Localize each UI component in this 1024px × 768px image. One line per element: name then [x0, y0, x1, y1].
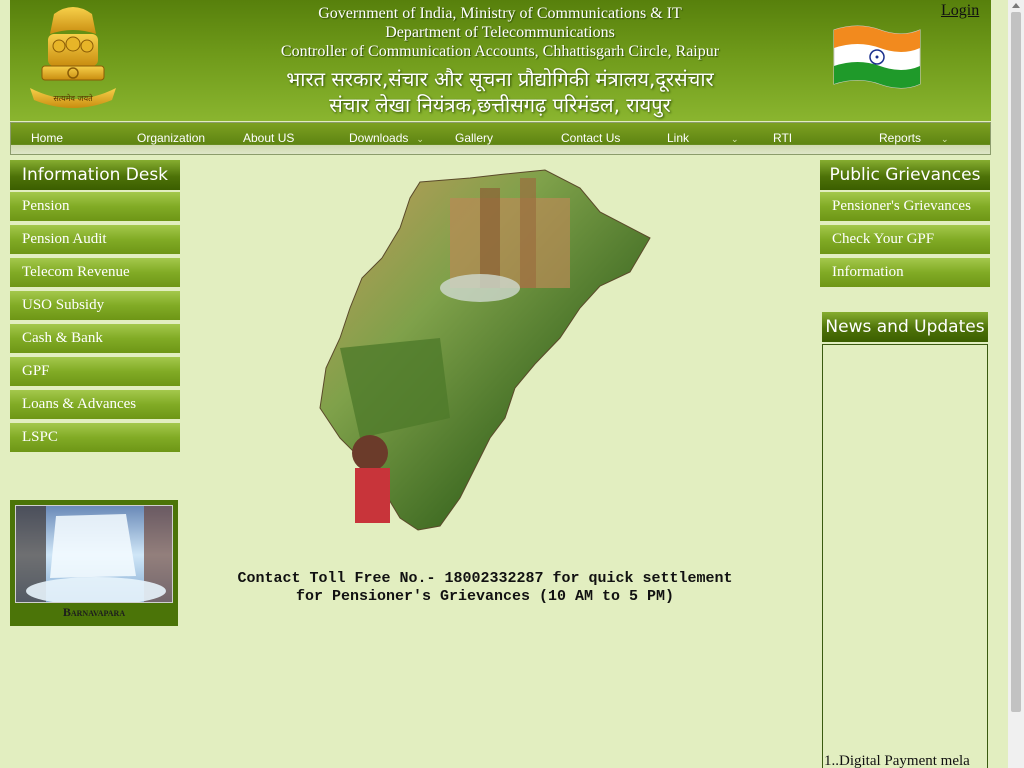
- info-desk-item-uso-subsidy[interactable]: USO Subsidy: [10, 291, 180, 322]
- waterfall-photo[interactable]: [15, 505, 173, 603]
- main-nav: Home Organization About US Downloads ⌄ Ga…: [10, 122, 991, 155]
- nav-label: Contact Us: [561, 131, 621, 145]
- header-title-hi-line2: संचार लेखा नियंत्रक,छत्तीसगढ़ परिमंडल, र…: [329, 93, 671, 117]
- header-title-en-line1: Government of India, Ministry of Communi…: [318, 5, 682, 22]
- waterfall-image-icon: [16, 506, 172, 602]
- page-scrollbar[interactable]: [1008, 0, 1024, 768]
- toll-free-line1: Contact Toll Free No.- 18002332287 for q…: [237, 570, 733, 587]
- toll-free-line2: for Pensioner's Grievances (10 AM to 5 P…: [295, 588, 675, 605]
- nav-item-home[interactable]: Home: [31, 131, 63, 145]
- info-desk-item-pension[interactable]: Pension: [10, 192, 180, 223]
- header-title-hi-line1: भारत सरकार,संचार और सूचना प्रौद्योगिकी म…: [286, 67, 714, 91]
- grievance-item-pensioners-grievances[interactable]: Pensioner's Grievances: [820, 192, 990, 223]
- news-item[interactable]: 1..Digital Payment mela: [824, 753, 970, 768]
- gallery-caption: Barnavapara: [62, 605, 126, 619]
- nav-label: Reports: [879, 131, 922, 145]
- nav-label: Gallery: [455, 131, 494, 145]
- emblem-motto: सत्यमेव जयते: [53, 93, 93, 103]
- chevron-down-icon: ⌄: [731, 134, 739, 144]
- info-desk-item-gpf[interactable]: GPF: [10, 357, 180, 388]
- info-desk-item-lspc[interactable]: LSPC: [10, 423, 180, 454]
- news-title: News and Updates: [822, 312, 988, 342]
- chhattisgarh-map-collage: [319, 169, 651, 531]
- info-desk-item-cash-bank[interactable]: Cash & Bank: [10, 324, 180, 355]
- nav-item-gallery[interactable]: Gallery: [455, 131, 493, 145]
- nav-label: Downloads: [349, 131, 409, 145]
- info-desk-title: Information Desk: [10, 160, 180, 190]
- info-desk-item-telecom-revenue[interactable]: Telecom Revenue: [10, 258, 180, 289]
- grievance-item-check-gpf[interactable]: Check Your GPF: [820, 225, 990, 256]
- grievance-item-information[interactable]: Information: [820, 258, 990, 289]
- toll-free-contact-text: Contact Toll Free No.- 18002332287 for q…: [190, 570, 780, 606]
- nav-item-reports[interactable]: Reports ⌄: [879, 131, 949, 145]
- nav-item-contact-us[interactable]: Contact Us: [561, 131, 620, 145]
- scroll-up-arrow-icon[interactable]: [1012, 3, 1020, 8]
- nav-label: Organization: [137, 131, 206, 145]
- login-link[interactable]: Login: [941, 2, 979, 20]
- header-title-en-line3: Controller of Communication Accounts, Ch…: [280, 43, 720, 60]
- chevron-down-icon: ⌄: [416, 134, 424, 144]
- nav-label: About US: [243, 131, 295, 145]
- indian-flag-icon: [833, 25, 921, 89]
- info-desk-item-loans-advances[interactable]: Loans & Advances: [10, 390, 180, 421]
- info-desk-item-pension-audit[interactable]: Pension Audit: [10, 225, 180, 256]
- chevron-down-icon: ⌄: [941, 134, 949, 144]
- header-title-en-line2: Department of Telecommunications: [385, 24, 615, 41]
- nav-label: Home: [31, 131, 64, 145]
- national-emblem-icon: सत्यमेव जयते: [30, 7, 116, 108]
- nav-item-about-us[interactable]: About US: [243, 131, 294, 145]
- nav-item-rti[interactable]: RTI: [773, 131, 792, 145]
- site-header: सत्यमेव जयते Government of India, Minist…: [10, 0, 991, 121]
- nav-item-organization[interactable]: Organization: [137, 131, 205, 145]
- scroll-thumb[interactable]: [1011, 12, 1021, 712]
- nav-label: Link: [667, 131, 690, 145]
- nav-item-downloads[interactable]: Downloads ⌄: [349, 131, 424, 145]
- public-grievances-title: Public Grievances: [820, 160, 990, 190]
- photo-gallery[interactable]: Barnavapara: [10, 500, 178, 626]
- news-ticker: 1..Digital Payment mela: [822, 344, 988, 768]
- nav-item-link[interactable]: Link ⌄: [667, 131, 739, 145]
- nav-label: RTI: [773, 131, 793, 145]
